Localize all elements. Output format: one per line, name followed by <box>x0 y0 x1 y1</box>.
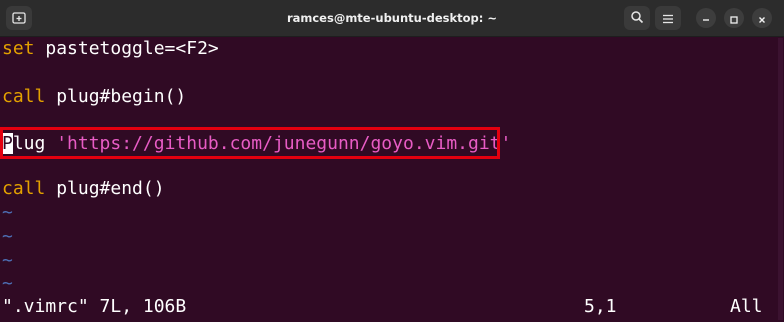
empty-line-marker: ~ <box>2 202 13 223</box>
maximize-icon <box>730 9 738 28</box>
minimize-icon <box>702 9 710 28</box>
vim-editor[interactable]: set pastetoggle=<F2> call plug#begin() P… <box>0 36 776 322</box>
code-text: plug#end() <box>45 178 165 199</box>
keyword: call <box>2 178 46 199</box>
scroll-indicator: All <box>730 296 763 317</box>
minimize-button[interactable] <box>696 8 716 28</box>
scrollbar[interactable] <box>778 38 783 320</box>
terminal-window: ramces@mte-ubuntu-desktop: ~ set pasteto… <box>0 0 784 322</box>
keyword: set <box>2 38 35 59</box>
keyword: call <box>2 86 46 107</box>
search-icon <box>630 9 644 28</box>
menu-button[interactable] <box>655 6 681 30</box>
hamburger-menu-icon <box>662 9 674 28</box>
code-line-4: call plug#end() <box>2 177 165 200</box>
close-icon <box>758 9 766 28</box>
maximize-button[interactable] <box>724 8 744 28</box>
code-text: plug#begin() <box>45 86 187 107</box>
close-button[interactable] <box>752 8 772 28</box>
cursor-position: 5,1 <box>584 296 617 317</box>
title-bar: ramces@mte-ubuntu-desktop: ~ <box>0 0 784 37</box>
highlight-annotation-box <box>0 127 500 159</box>
search-button[interactable] <box>624 6 650 30</box>
code-line-2: call plug#begin() <box>2 85 186 108</box>
empty-line-marker: ~ <box>2 226 13 247</box>
empty-line-marker: ~ <box>2 250 13 271</box>
code-text: pastetoggle=<F2> <box>34 38 219 59</box>
file-info-status: ".vimrc" 7L, 106B <box>2 296 187 317</box>
code-line-1: set pastetoggle=<F2> <box>2 37 219 60</box>
empty-line-marker: ~ <box>2 273 13 294</box>
